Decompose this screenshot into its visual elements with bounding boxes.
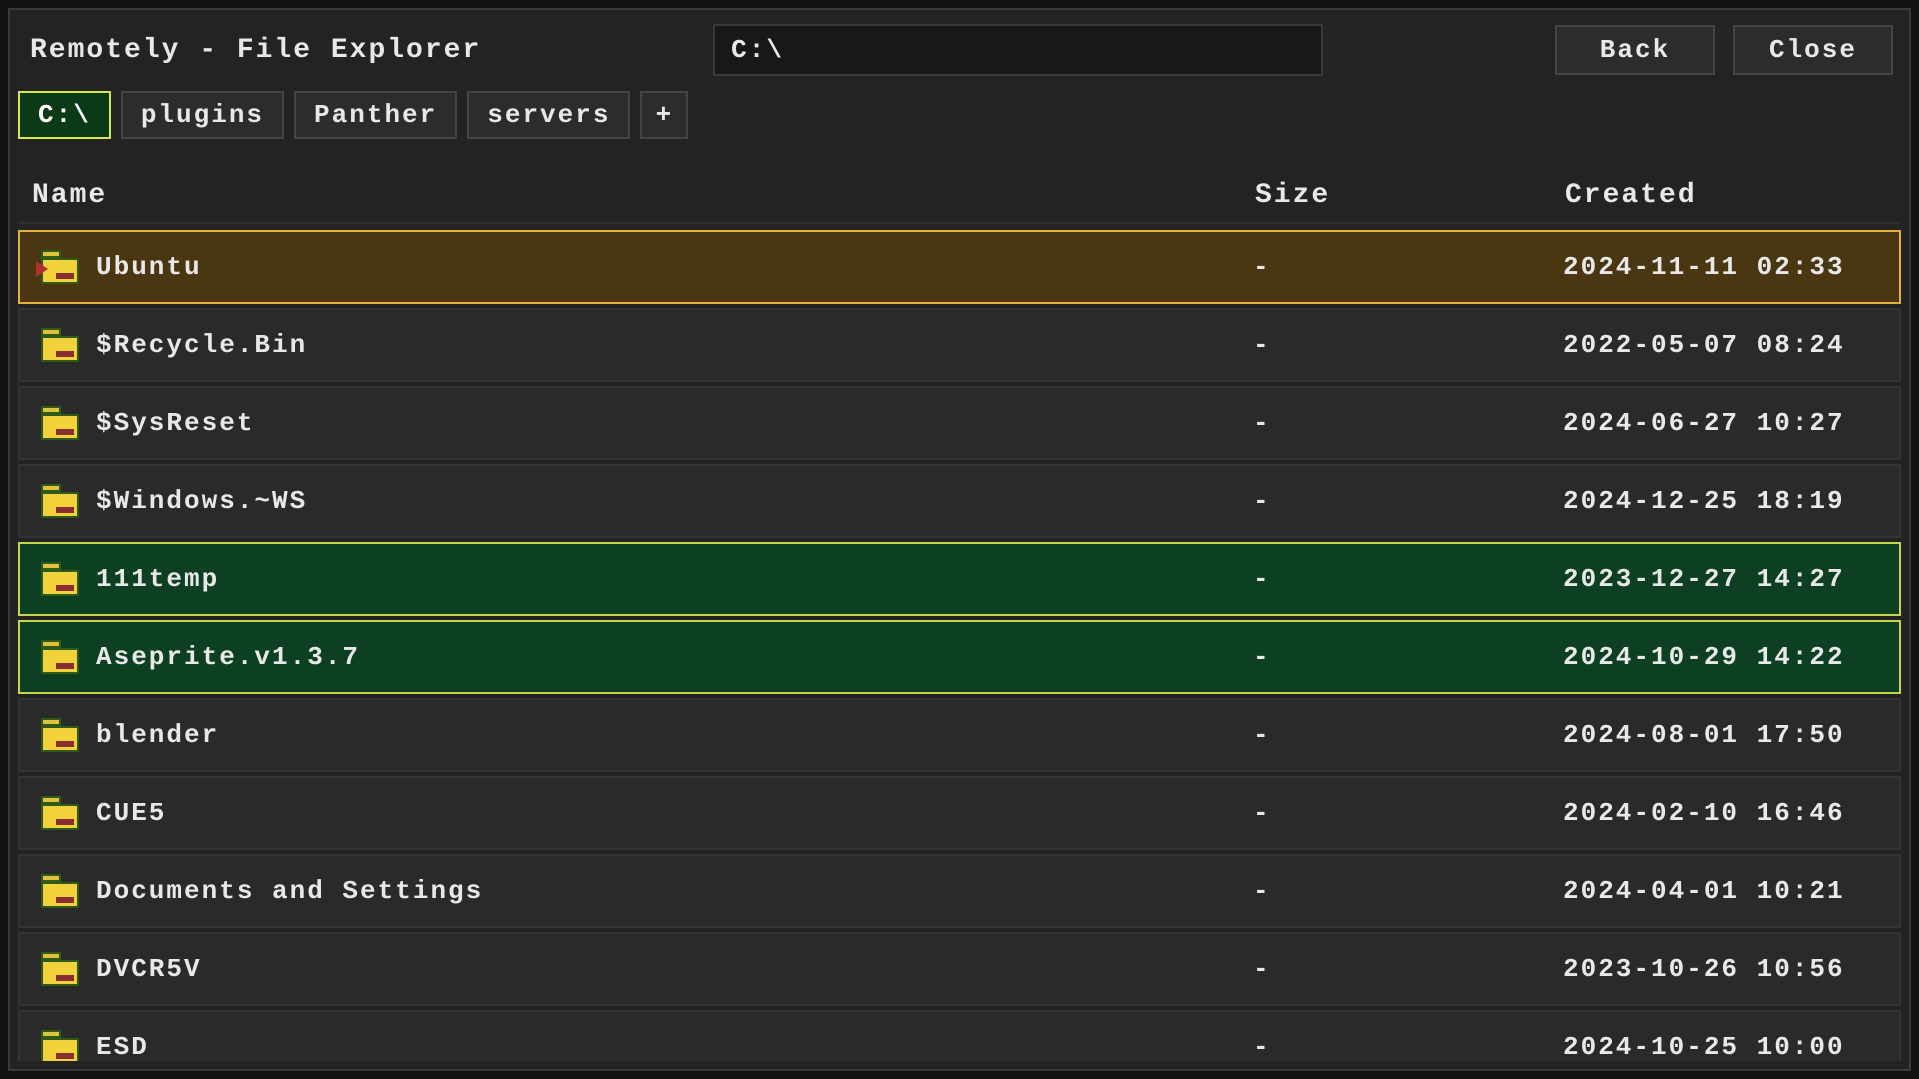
tab-servers[interactable]: servers <box>467 91 630 139</box>
folder-icon <box>38 481 82 521</box>
cell-name: blender <box>30 715 1245 755</box>
file-table: Name Size Created Ubuntu-2024-11-11 02:3… <box>18 168 1901 1061</box>
table-header: Name Size Created <box>18 168 1901 224</box>
header-buttons: Back Close <box>1555 25 1893 75</box>
folder-icon <box>38 559 82 599</box>
table-row[interactable]: blender -2024-08-01 17:50 <box>18 698 1901 772</box>
tab-c[interactable]: C:\ <box>18 91 111 139</box>
tab-panther[interactable]: Panther <box>294 91 457 139</box>
cell-created: 2024-12-25 18:19 <box>1555 486 1885 516</box>
cell-size: - <box>1245 330 1555 360</box>
folder-icon <box>38 637 82 677</box>
back-button[interactable]: Back <box>1555 25 1715 75</box>
close-button[interactable]: Close <box>1733 25 1893 75</box>
cell-name: CUE5 <box>30 793 1245 833</box>
path-input[interactable] <box>713 24 1323 76</box>
table-row[interactable]: Documents and Settings -2024-04-01 10:21 <box>18 854 1901 928</box>
folder-icon <box>38 793 82 833</box>
cell-size: - <box>1245 798 1555 828</box>
table-row[interactable]: Ubuntu -2024-11-11 02:33 <box>18 230 1901 304</box>
folder-icon <box>38 715 82 755</box>
folder-icon <box>38 1027 82 1061</box>
file-name: CUE5 <box>96 798 166 828</box>
header-bar: Remotely - File Explorer Back Close <box>10 10 1909 90</box>
cell-name: Documents and Settings <box>30 871 1245 911</box>
file-name: $Recycle.Bin <box>96 330 307 360</box>
cell-name: ESD <box>30 1027 1245 1061</box>
cell-created: 2024-10-29 14:22 <box>1555 642 1885 672</box>
cell-size: - <box>1245 642 1555 672</box>
table-row[interactable]: $Windows.~WS -2024-12-25 18:19 <box>18 464 1901 538</box>
cell-size: - <box>1245 1032 1555 1061</box>
file-name: blender <box>96 720 219 750</box>
table-row[interactable]: $Recycle.Bin -2022-05-07 08:24 <box>18 308 1901 382</box>
cell-created: 2023-12-27 14:27 <box>1555 564 1885 594</box>
cell-created: 2024-10-25 10:00 <box>1555 1032 1885 1061</box>
table-row[interactable]: 111temp -2023-12-27 14:27 <box>18 542 1901 616</box>
cell-size: - <box>1245 876 1555 906</box>
column-header-created[interactable]: Created <box>1557 180 1887 211</box>
folder-icon <box>38 403 82 443</box>
file-explorer-window: Remotely - File Explorer Back Close C:\p… <box>8 8 1911 1071</box>
cell-size: - <box>1245 720 1555 750</box>
tab-bar: C:\pluginsPantherservers+ <box>10 90 1909 150</box>
table-row[interactable]: Aseprite.v1.3.7 -2024-10-29 14:22 <box>18 620 1901 694</box>
tab-plugins[interactable]: plugins <box>121 91 284 139</box>
folder-icon <box>38 949 82 989</box>
folder-icon <box>38 325 82 365</box>
file-name: 111temp <box>96 564 219 594</box>
table-row[interactable]: CUE5 -2024-02-10 16:46 <box>18 776 1901 850</box>
table-row[interactable]: $SysReset -2024-06-27 10:27 <box>18 386 1901 460</box>
column-header-name[interactable]: Name <box>32 180 1247 211</box>
cell-created: 2023-10-26 10:56 <box>1555 954 1885 984</box>
window-title: Remotely - File Explorer <box>26 35 481 66</box>
add-tab-button[interactable]: + <box>640 91 688 139</box>
cell-size: - <box>1245 486 1555 516</box>
cell-size: - <box>1245 408 1555 438</box>
column-header-size[interactable]: Size <box>1247 180 1557 211</box>
file-name: ESD <box>96 1032 149 1061</box>
file-name: $SysReset <box>96 408 254 438</box>
table-body: Ubuntu-2024-11-11 02:33$Recycle.Bin-2022… <box>18 224 1901 1061</box>
cell-created: 2024-04-01 10:21 <box>1555 876 1885 906</box>
file-name: Documents and Settings <box>96 876 483 906</box>
cell-created: 2024-08-01 17:50 <box>1555 720 1885 750</box>
cell-created: 2024-11-11 02:33 <box>1555 252 1885 282</box>
file-name: $Windows.~WS <box>96 486 307 516</box>
cell-created: 2024-06-27 10:27 <box>1555 408 1885 438</box>
cell-name: Ubuntu <box>30 247 1245 287</box>
file-name: Aseprite.v1.3.7 <box>96 642 360 672</box>
cell-name: $Windows.~WS <box>30 481 1245 521</box>
cell-name: Aseprite.v1.3.7 <box>30 637 1245 677</box>
folder-icon <box>38 871 82 911</box>
folder-shortcut-icon <box>38 247 82 287</box>
cell-name: $Recycle.Bin <box>30 325 1245 365</box>
cell-size: - <box>1245 954 1555 984</box>
table-row[interactable]: DVCR5V -2023-10-26 10:56 <box>18 932 1901 1006</box>
cell-size: - <box>1245 564 1555 594</box>
file-name: DVCR5V <box>96 954 202 984</box>
cell-name: 111temp <box>30 559 1245 599</box>
cell-name: DVCR5V <box>30 949 1245 989</box>
cell-created: 2022-05-07 08:24 <box>1555 330 1885 360</box>
cell-size: - <box>1245 252 1555 282</box>
cell-name: $SysReset <box>30 403 1245 443</box>
cell-created: 2024-02-10 16:46 <box>1555 798 1885 828</box>
table-row[interactable]: ESD -2024-10-25 10:00 <box>18 1010 1901 1061</box>
file-name: Ubuntu <box>96 252 202 282</box>
